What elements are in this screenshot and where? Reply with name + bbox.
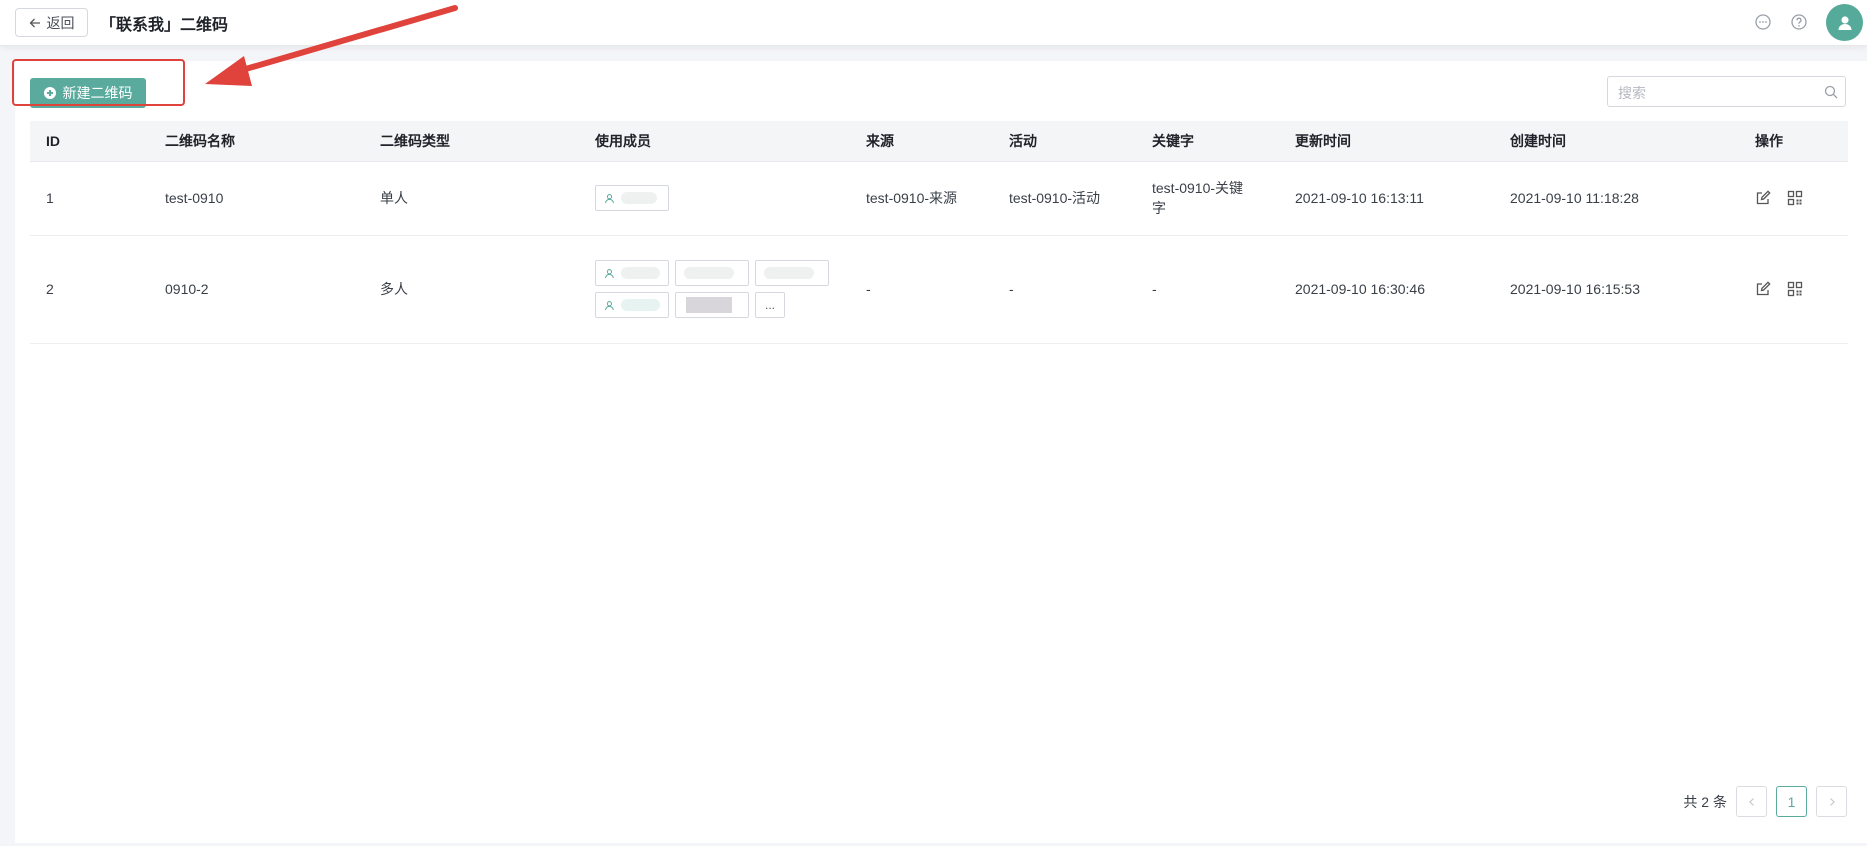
- pagination-total: 共 2 条: [1683, 793, 1727, 810]
- cell-created: 2021-09-10 11:18:28: [1494, 161, 1739, 236]
- redacted-member-name: [764, 267, 814, 279]
- redacted-member-name: [684, 267, 734, 279]
- member-tag: [595, 292, 669, 318]
- column-header-name: 二维码名称: [149, 121, 364, 162]
- column-header-activity: 活动: [993, 121, 1136, 162]
- cell-keyword: -: [1136, 235, 1279, 344]
- user-icon: [605, 300, 614, 310]
- cell-created: 2021-09-10 16:15:53: [1494, 235, 1739, 344]
- column-header-source: 来源: [850, 121, 993, 162]
- user-icon: [605, 193, 614, 203]
- cell-members: [579, 161, 850, 236]
- member-tag: [595, 260, 669, 286]
- back-label: 返回: [46, 14, 75, 31]
- help-icon[interactable]: [1790, 13, 1808, 31]
- cell-name: 0910-2: [149, 235, 364, 344]
- redacted-member-name: [686, 297, 732, 313]
- pagination: 共 2 条 1: [1683, 786, 1847, 817]
- qrcode-table: ID 二维码名称 二维码类型 使用成员 来源 活动 关键字 更新时间 创建时间 …: [30, 121, 1848, 344]
- cell-type: 单人: [364, 161, 579, 236]
- keyword-text: test-0910-关键字: [1152, 180, 1244, 216]
- cell-type: 多人: [364, 235, 579, 344]
- cell-name: test-0910: [149, 161, 364, 236]
- cell-source: -: [850, 235, 993, 344]
- search-icon[interactable]: [1824, 85, 1838, 99]
- cell-activity: test-0910-活动: [993, 161, 1136, 236]
- back-button[interactable]: 返回: [15, 8, 88, 37]
- search-box[interactable]: [1607, 76, 1846, 107]
- top-bar: 返回 「联系我」二维码: [0, 0, 1867, 46]
- column-header-members: 使用成员: [579, 121, 850, 162]
- create-qrcode-label: 新建二维码: [62, 85, 133, 101]
- qrcode-icon[interactable]: [1787, 281, 1803, 297]
- edit-icon[interactable]: [1755, 281, 1771, 297]
- table-row: 2 0910-2 多人 ... - - - 2021-09-10 16:30:4…: [30, 235, 1848, 344]
- qrcode-icon[interactable]: [1787, 190, 1803, 206]
- user-icon: [605, 268, 614, 278]
- redacted-member-name: [620, 267, 660, 279]
- plus-circle-icon: [43, 87, 56, 99]
- create-qrcode-button[interactable]: 新建二维码: [30, 78, 146, 108]
- table-row: 1 test-0910 单人 test-0910-来源 test-0910-活动…: [30, 161, 1848, 236]
- cell-activity: -: [993, 235, 1136, 344]
- cell-updated: 2021-09-10 16:13:11: [1279, 161, 1494, 236]
- cell-actions: [1739, 235, 1848, 344]
- cell-keyword: test-0910-关键字: [1136, 161, 1279, 236]
- column-header-type: 二维码类型: [364, 121, 579, 162]
- user-avatar[interactable]: [1826, 4, 1863, 41]
- more-members-button[interactable]: ...: [755, 292, 785, 318]
- redacted-member-name: [621, 192, 657, 204]
- prev-page-button[interactable]: [1736, 786, 1767, 817]
- search-input[interactable]: [1616, 78, 1820, 107]
- table-header-row: ID 二维码名称 二维码类型 使用成员 来源 活动 关键字 更新时间 创建时间 …: [30, 121, 1848, 162]
- member-tag: [675, 260, 749, 286]
- cell-id: 2: [30, 235, 149, 344]
- cell-id: 1: [30, 161, 149, 236]
- column-header-actions: 操作: [1739, 121, 1848, 162]
- column-header-updated: 更新时间: [1279, 121, 1494, 162]
- column-header-id: ID: [30, 121, 149, 162]
- member-tag: [755, 260, 829, 286]
- edit-icon[interactable]: [1755, 190, 1771, 206]
- page-button-current[interactable]: 1: [1776, 786, 1807, 817]
- cell-members: ...: [579, 235, 850, 344]
- user-avatar-icon: [1838, 15, 1851, 30]
- column-header-keyword: 关键字: [1136, 121, 1279, 162]
- redacted-member-name: [620, 299, 660, 311]
- page-title: 「联系我」二维码: [100, 17, 229, 34]
- cell-source: test-0910-来源: [850, 161, 993, 236]
- cell-updated: 2021-09-10 16:30:46: [1279, 235, 1494, 344]
- main-panel: 新建二维码 ID 二维码名称 二维码类型 使用成员 来源 活动 关键字 更新时间…: [12, 59, 1867, 843]
- member-tag: [595, 185, 669, 211]
- arrow-left-icon: [29, 18, 40, 27]
- column-header-created: 创建时间: [1494, 121, 1739, 162]
- cell-actions: [1739, 161, 1848, 236]
- member-tag: [675, 292, 749, 318]
- chevron-left-icon: [1748, 797, 1754, 806]
- next-page-button[interactable]: [1816, 786, 1847, 817]
- message-icon[interactable]: [1754, 13, 1772, 31]
- chevron-right-icon: [1829, 797, 1835, 806]
